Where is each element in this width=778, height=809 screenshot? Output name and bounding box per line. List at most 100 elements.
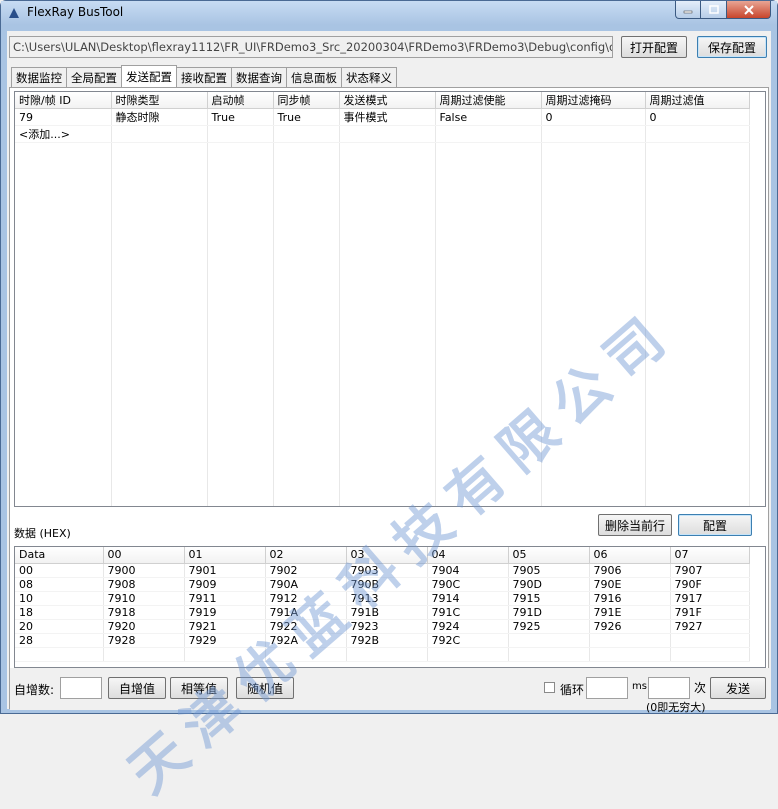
data-byte-cell[interactable]: 7904: [427, 563, 509, 578]
open-config-button[interactable]: 打开配置: [621, 36, 687, 58]
col-header-cycle-filter-value[interactable]: 周期过滤值: [645, 92, 750, 109]
table-cell[interactable]: [435, 125, 542, 143]
data-byte-cell[interactable]: 7918: [103, 605, 185, 620]
col-header-cycle-filter-mask[interactable]: 周期过滤掩码: [541, 92, 646, 109]
table-row[interactable]: 08 7908 7909 790A 790B 790C 790D 790E 790F: [15, 577, 750, 592]
add-row[interactable]: <添加...>: [15, 125, 750, 143]
data-byte-cell[interactable]: 7901: [184, 563, 266, 578]
interval-ms-input[interactable]: [586, 677, 628, 699]
col-header-startup[interactable]: 启动帧: [207, 92, 274, 109]
config-path-field[interactable]: C:\Users\ULAN\Desktop\flexray1112\FR_UI\…: [9, 36, 613, 58]
data-byte-cell[interactable]: 7927: [670, 619, 750, 634]
row-offset-cell[interactable]: 10: [15, 591, 104, 606]
data-byte-cell[interactable]: 7905: [508, 563, 590, 578]
table-row[interactable]: 10 7910 7911 7912 7913 7914 7915 7916 7917: [15, 591, 750, 606]
table-row[interactable]: 79 静态时隙 True True 事件模式 False 0 0: [15, 108, 750, 126]
table-row[interactable]: 00 7900 7901 7902 7903 7904 7905 7906 7907: [15, 563, 750, 578]
delete-row-button[interactable]: 删除当前行: [598, 514, 672, 536]
title-bar[interactable]: FlexRay BusTool: [1, 1, 777, 25]
data-byte-cell[interactable]: 7915: [508, 591, 590, 606]
table-cell[interactable]: [207, 125, 274, 143]
table-cell[interactable]: [339, 125, 436, 143]
col-header-03[interactable]: 03: [346, 547, 428, 564]
data-byte-cell[interactable]: 792C: [427, 633, 509, 648]
data-byte-cell[interactable]: 790C: [427, 577, 509, 592]
row-offset-cell[interactable]: 20: [15, 619, 104, 634]
data-byte-cell[interactable]: 791A: [265, 605, 347, 620]
add-row-cell[interactable]: <添加...>: [15, 125, 112, 143]
increment-input[interactable]: [60, 677, 102, 699]
col-header-slot-type[interactable]: 时隙类型: [111, 92, 208, 109]
data-byte-cell[interactable]: 7922: [265, 619, 347, 634]
data-byte-cell[interactable]: 792A: [265, 633, 347, 648]
data-grid[interactable]: Data 00 01 02 03 04 05 06 07 00 7900 7901 7…: [14, 546, 766, 668]
data-byte-cell[interactable]: 791C: [427, 605, 509, 620]
data-byte-cell[interactable]: 791F: [670, 605, 750, 620]
data-byte-cell[interactable]: 790E: [589, 577, 671, 592]
data-byte-cell[interactable]: 7903: [346, 563, 428, 578]
auto-increment-button[interactable]: 自增值: [108, 677, 166, 699]
col-header-02[interactable]: 02: [265, 547, 347, 564]
save-config-button[interactable]: 保存配置: [697, 36, 767, 58]
config-button[interactable]: 配置: [678, 514, 752, 536]
table-cell[interactable]: [645, 125, 750, 143]
maximize-button[interactable]: [701, 1, 727, 19]
table-cell[interactable]: True: [207, 108, 274, 126]
table-cell[interactable]: 事件模式: [339, 108, 436, 126]
data-byte-cell[interactable]: [670, 633, 750, 648]
repeat-count-input[interactable]: [648, 677, 690, 699]
minimize-button[interactable]: [675, 1, 701, 19]
data-byte-cell[interactable]: 7925: [508, 619, 590, 634]
tab-status-help[interactable]: 状态释义: [341, 67, 397, 87]
tab-global-config[interactable]: 全局配置: [66, 67, 122, 87]
close-button[interactable]: [727, 1, 771, 19]
data-byte-cell[interactable]: [508, 633, 590, 648]
slot-grid[interactable]: 时隙/帧 ID 时隙类型 启动帧 同步帧 发送模式 周期过滤使能 周期过滤掩码 …: [14, 91, 766, 507]
col-header-00[interactable]: 00: [103, 547, 185, 564]
data-byte-cell[interactable]: 791B: [346, 605, 428, 620]
data-byte-cell[interactable]: 7917: [670, 591, 750, 606]
data-byte-cell[interactable]: 7928: [103, 633, 185, 648]
data-byte-cell[interactable]: 790B: [346, 577, 428, 592]
data-byte-cell[interactable]: 7906: [589, 563, 671, 578]
row-offset-cell[interactable]: 28: [15, 633, 104, 648]
col-header-04[interactable]: 04: [427, 547, 509, 564]
data-byte-cell[interactable]: 7923: [346, 619, 428, 634]
tab-data-monitor[interactable]: 数据监控: [11, 67, 67, 87]
data-byte-cell[interactable]: 7929: [184, 633, 266, 648]
table-cell[interactable]: 0: [645, 108, 750, 126]
data-byte-cell[interactable]: 7913: [346, 591, 428, 606]
col-header-send-mode[interactable]: 发送模式: [339, 92, 436, 109]
row-offset-cell[interactable]: 08: [15, 577, 104, 592]
table-cell[interactable]: [541, 125, 646, 143]
data-byte-cell[interactable]: 790D: [508, 577, 590, 592]
col-header-sync[interactable]: 同步帧: [273, 92, 340, 109]
data-byte-cell[interactable]: 7920: [103, 619, 185, 634]
data-byte-cell[interactable]: 791E: [589, 605, 671, 620]
table-row[interactable]: 20 7920 7921 7922 7923 7924 7925 7926 7927: [15, 619, 750, 634]
data-byte-cell[interactable]: 7900: [103, 563, 185, 578]
data-byte-cell[interactable]: 7912: [265, 591, 347, 606]
table-cell[interactable]: False: [435, 108, 542, 126]
table-cell[interactable]: 静态时隙: [111, 108, 208, 126]
send-button[interactable]: 发送: [710, 677, 766, 699]
col-header-07[interactable]: 07: [670, 547, 750, 564]
data-byte-cell[interactable]: 7902: [265, 563, 347, 578]
tab-send-config[interactable]: 发送配置: [121, 65, 177, 87]
table-cell[interactable]: True: [273, 108, 340, 126]
table-cell[interactable]: 0: [541, 108, 646, 126]
loop-checkbox[interactable]: [544, 682, 555, 693]
table-row[interactable]: 28 7928 7929 792A 792B 792C: [15, 633, 750, 648]
data-byte-cell[interactable]: 7919: [184, 605, 266, 620]
data-byte-cell[interactable]: 7921: [184, 619, 266, 634]
data-byte-cell[interactable]: 7907: [670, 563, 750, 578]
table-cell[interactable]: [273, 125, 340, 143]
data-byte-cell[interactable]: 7910: [103, 591, 185, 606]
col-header-slot-id[interactable]: 时隙/帧 ID: [15, 92, 112, 109]
data-byte-cell[interactable]: 7924: [427, 619, 509, 634]
row-offset-cell[interactable]: 00: [15, 563, 104, 578]
data-byte-cell[interactable]: 7908: [103, 577, 185, 592]
data-byte-cell[interactable]: 7909: [184, 577, 266, 592]
data-byte-cell[interactable]: 792B: [346, 633, 428, 648]
data-byte-cell[interactable]: 7911: [184, 591, 266, 606]
